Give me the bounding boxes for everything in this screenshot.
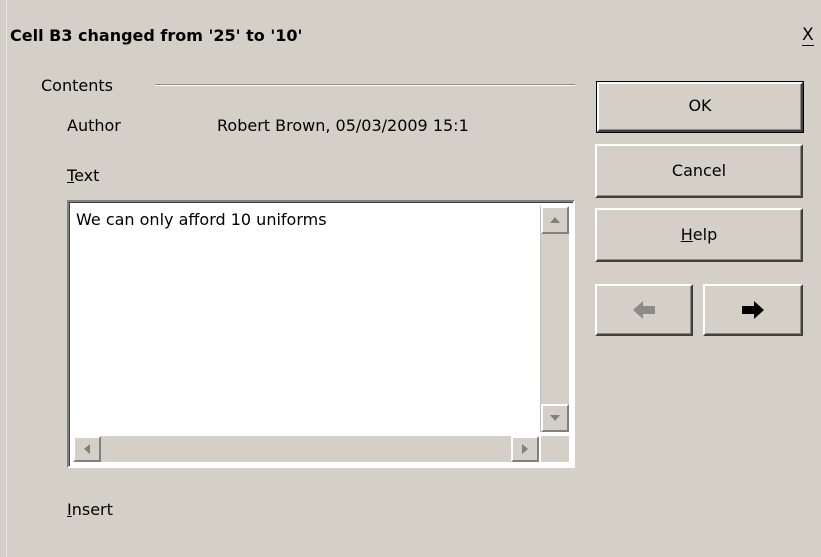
help-mnemonic: H bbox=[680, 225, 693, 244]
scroll-right-button[interactable] bbox=[511, 436, 539, 462]
help-button[interactable]: Help bbox=[595, 208, 803, 262]
scroll-left-icon bbox=[84, 444, 90, 454]
contents-group-label: Contents bbox=[41, 76, 113, 95]
arrow-left-icon bbox=[633, 301, 655, 319]
insert-label-rest: nsert bbox=[71, 500, 113, 519]
horizontal-scrollbar[interactable] bbox=[73, 436, 539, 462]
title-bar: Cell B3 changed from '25' to '10' X bbox=[7, 22, 821, 50]
comment-text-value[interactable]: We can only afford 10 uniforms bbox=[76, 210, 327, 229]
insert-label: Insert bbox=[67, 500, 113, 519]
dialog-title: Cell B3 changed from '25' to '10' bbox=[10, 26, 303, 45]
next-button[interactable] bbox=[703, 284, 803, 336]
scroll-down-icon bbox=[550, 415, 560, 421]
close-button[interactable]: X bbox=[802, 25, 821, 46]
text-label-mnemonic: T bbox=[67, 166, 75, 185]
previous-button[interactable] bbox=[595, 284, 693, 336]
author-label: Author bbox=[67, 116, 121, 135]
comment-dialog: Cell B3 changed from '25' to '10' X Cont… bbox=[6, 0, 821, 557]
help-label-rest: elp bbox=[692, 225, 718, 244]
scrollbar-corner bbox=[541, 436, 569, 462]
scroll-up-icon bbox=[550, 217, 560, 223]
scroll-down-button[interactable] bbox=[541, 404, 569, 432]
vertical-scrollbar[interactable] bbox=[540, 206, 569, 432]
scroll-right-icon bbox=[522, 444, 528, 454]
cancel-button[interactable]: Cancel bbox=[595, 144, 803, 198]
contents-separator bbox=[155, 84, 575, 86]
text-label-rest: ext bbox=[74, 166, 100, 185]
scroll-left-button[interactable] bbox=[73, 436, 101, 462]
comment-text-area[interactable]: We can only afford 10 uniforms bbox=[67, 200, 575, 468]
arrow-right-icon bbox=[742, 301, 764, 319]
ok-button[interactable]: OK bbox=[596, 81, 804, 133]
scroll-up-button[interactable] bbox=[541, 206, 569, 234]
close-icon: X bbox=[802, 25, 814, 46]
text-label: Text bbox=[67, 166, 99, 185]
author-value: Robert Brown, 05/03/2009 15:1 bbox=[217, 116, 469, 135]
